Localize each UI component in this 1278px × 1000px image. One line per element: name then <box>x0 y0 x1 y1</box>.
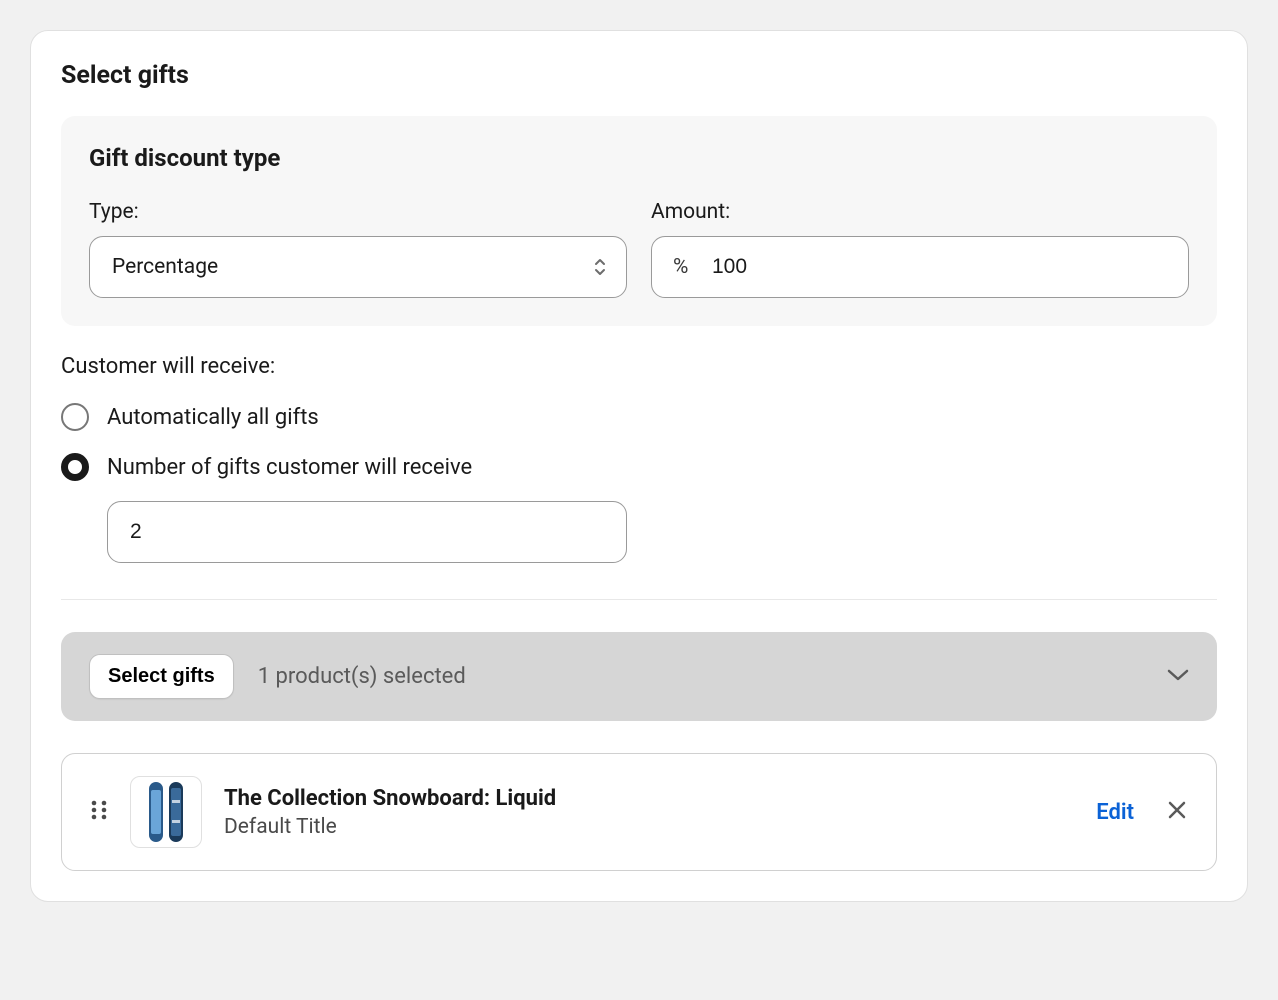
select-gifts-card: Select gifts Gift discount type Type: Pe… <box>30 30 1248 902</box>
selected-count-text: 1 product(s) selected <box>258 664 1143 689</box>
amount-input[interactable] <box>651 236 1189 298</box>
divider <box>61 599 1217 600</box>
gift-discount-section: Gift discount type Type: Percentage <box>61 116 1217 326</box>
product-thumbnail <box>130 776 202 848</box>
type-select[interactable]: Percentage <box>89 236 627 298</box>
close-icon[interactable] <box>1166 799 1188 825</box>
amount-column: Amount: % <box>651 200 1189 298</box>
amount-label: Amount: <box>651 200 1189 224</box>
product-name: The Collection Snowboard: Liquid <box>224 786 1074 811</box>
select-gifts-button[interactable]: Select gifts <box>89 654 234 699</box>
number-input-wrap <box>107 501 1217 563</box>
type-select-value: Percentage <box>112 255 218 279</box>
edit-button[interactable]: Edit <box>1096 800 1134 825</box>
radio-number-of-gifts[interactable]: Number of gifts customer will receive <box>61 453 1217 481</box>
gift-count-input[interactable] <box>107 501 627 563</box>
product-info: The Collection Snowboard: Liquid Default… <box>224 786 1074 839</box>
product-subtitle: Default Title <box>224 815 1074 839</box>
type-column: Type: Percentage <box>89 200 627 298</box>
type-label: Type: <box>89 200 627 224</box>
radio-label-number: Number of gifts customer will receive <box>107 455 472 480</box>
amount-wrapper: % <box>651 236 1189 298</box>
discount-row: Type: Percentage Amount: % <box>89 200 1189 298</box>
gift-selector-bar[interactable]: Select gifts 1 product(s) selected <box>61 632 1217 721</box>
receive-radio-group: Automatically all gifts Number of gifts … <box>61 403 1217 481</box>
radio-label-auto: Automatically all gifts <box>107 405 319 430</box>
radio-auto-all[interactable]: Automatically all gifts <box>61 403 1217 431</box>
radio-icon <box>61 403 89 431</box>
receive-label: Customer will receive: <box>61 354 1217 379</box>
drag-handle-icon[interactable] <box>90 797 108 827</box>
card-title: Select gifts <box>61 61 1217 90</box>
discount-heading: Gift discount type <box>89 144 1189 172</box>
chevron-down-icon <box>1167 667 1189 686</box>
radio-icon-selected <box>61 453 89 481</box>
type-select-wrapper: Percentage <box>89 236 627 298</box>
product-row: The Collection Snowboard: Liquid Default… <box>61 753 1217 871</box>
